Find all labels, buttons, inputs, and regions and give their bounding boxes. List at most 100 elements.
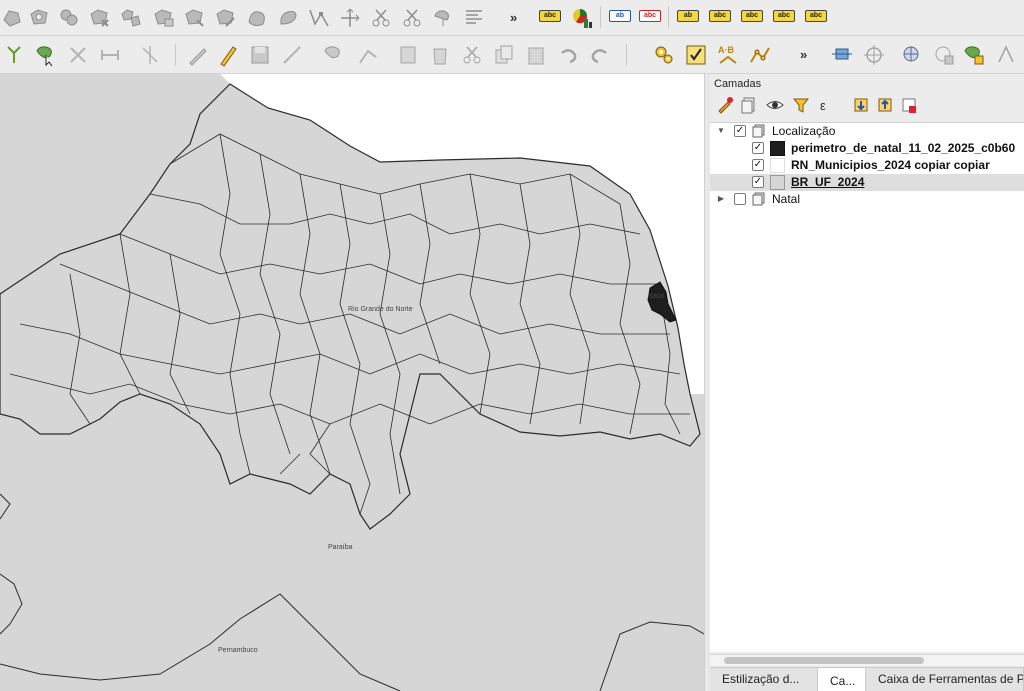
expand-arrow-icon[interactable]: ▶ [716,194,726,204]
delete-part-icon[interactable] [152,6,176,30]
svg-text:ε: ε [820,98,826,113]
label-highlight-icon[interactable]: abc [638,7,662,29]
label-rotate-icon[interactable]: abc [772,7,796,29]
deselect-icon[interactable] [66,43,90,67]
digitizing-toolbar: » abc ab abc ab abc abc abc abc [0,0,1024,36]
layer-label: perimetro_de_natal_11_02_2025_c0b60 [791,141,1016,155]
expand-all-icon[interactable] [852,96,870,114]
digitize-icon[interactable] [994,43,1018,67]
map-label-natal: Natal [648,293,665,300]
node-tool-icon[interactable] [2,43,26,67]
state-boundaries [0,493,704,691]
current-edits-icon[interactable] [186,43,210,67]
toggle-editing-icon[interactable] [216,43,240,67]
label-move-icon[interactable]: abc [740,7,764,29]
tab-estilizacao[interactable]: Estilização d... [710,668,818,691]
map-label-pernambuco: Pernambuco [218,647,258,654]
label-edit-icon[interactable]: abc [804,7,828,29]
tab-camadas[interactable]: Ca... [818,668,866,691]
layer-label: Localização [772,124,836,138]
grid-icon[interactable] [900,43,924,67]
vertex-editor-icon[interactable] [356,43,380,67]
layer-checkbox[interactable]: ✓ [752,142,764,154]
add-ring-icon[interactable] [28,6,52,30]
offset-curve-icon[interactable] [214,6,238,30]
layer-checkbox[interactable]: ✓ [752,159,764,171]
ab-compare-icon[interactable]: A·B [716,43,740,67]
layer-group-localizacao[interactable]: ▼ ✓ Localização [710,123,1024,140]
select-feature-icon[interactable] [34,43,58,67]
split-features-icon[interactable] [369,6,393,30]
plugin-layer-icon[interactable] [962,43,986,67]
layer-rn-municipios[interactable]: ✓ RN_Municipios_2024 copiar copiar [710,157,1024,174]
add-line-icon[interactable] [280,43,304,67]
layer-checkbox[interactable] [734,193,746,205]
label-show-icon[interactable]: ab [676,7,700,29]
diagram-icon[interactable] [570,6,594,30]
simplify-icon[interactable] [245,6,269,30]
layer-checkbox[interactable]: ✓ [734,125,746,137]
open-styling-icon[interactable] [716,96,734,114]
zoom-to-layer-icon[interactable] [862,43,886,67]
merge-features-icon[interactable] [431,6,455,30]
copy-features-icon[interactable] [492,43,516,67]
label-pin-icon[interactable]: ab [608,7,632,29]
add-polygon-feature-icon[interactable] [322,43,346,67]
panel-tabs: Estilização d... Ca... Caixa de Ferramen… [710,667,1024,691]
layer-symbol [770,175,785,190]
group-folder-icon [752,192,766,206]
delete-ring-icon[interactable] [88,6,112,30]
group-folder-icon [752,124,766,138]
toolbar2-overflow-button[interactable]: » [800,47,807,62]
layers-panel: Camadas ε ▼ ✓ Localização ✓ perimetro_de… [710,74,1024,691]
layer-symbol [770,141,785,156]
add-polygon-icon[interactable] [0,6,24,30]
expression-filter-icon[interactable]: ε [818,96,836,114]
cut-features-icon[interactable] [460,43,484,67]
layer-symbol [770,158,785,173]
modify-attributes-icon[interactable] [396,43,420,67]
delete-selected-icon[interactable] [428,43,452,67]
vertex-tool-icon[interactable] [307,6,331,30]
map-label-paraiba: Paraíba [328,544,353,551]
expand-arrow-icon[interactable]: ▼ [716,126,726,136]
editing-toolbar: A·B » [0,36,1024,74]
scissors-icon[interactable] [400,6,424,30]
topology-icon[interactable] [748,43,772,67]
layers-panel-toolbar: ε [716,96,1016,118]
check-geometries-icon[interactable] [684,43,708,67]
redo-icon[interactable] [588,43,612,67]
align-icon[interactable] [462,6,486,30]
layer-checkbox[interactable]: ✓ [752,176,764,188]
label-eye-icon[interactable]: abc [708,7,732,29]
add-part-icon[interactable] [119,6,143,30]
pan-to-selection-icon[interactable] [830,43,854,67]
reshape-icon[interactable] [183,6,207,30]
move-feature-icon[interactable] [338,6,362,30]
collapse-all-icon[interactable] [876,96,894,114]
save-edits-icon[interactable] [248,43,272,67]
map-canvas[interactable]: Rio Grande do Norte Natal Paraíba Pernam… [0,74,704,691]
paste-features-icon[interactable] [524,43,548,67]
layer-tree: ▼ ✓ Localização ✓ perimetro_de_natal_11_… [710,122,1024,652]
remove-layer-icon[interactable] [900,96,918,114]
fill-ring-icon[interactable] [57,6,81,30]
measure-icon[interactable] [98,43,122,67]
identify-icon[interactable] [138,43,162,67]
processing-gear-icon[interactable] [652,43,676,67]
georeference-icon[interactable] [932,43,956,67]
undo-icon[interactable] [556,43,580,67]
tab-caixa-ferramentas[interactable]: Caixa de Ferramentas de Pr [866,668,1024,691]
layer-perimetro-natal[interactable]: ✓ perimetro_de_natal_11_02_2025_c0b60 [710,140,1024,157]
label-icon[interactable]: abc [538,7,562,29]
layer-label: Natal [772,192,801,206]
split-parts-icon[interactable] [276,6,300,30]
add-group-icon[interactable] [740,96,758,114]
scrollbar-thumb[interactable] [724,657,924,664]
visibility-eye-icon[interactable] [766,96,784,114]
horizontal-scrollbar[interactable] [710,654,1024,666]
toolbar-overflow-button[interactable]: » [510,10,517,25]
layer-group-natal[interactable]: ▶ Natal [710,191,1024,208]
layer-br-uf[interactable]: ✓ BR_UF_2024 [710,174,1024,191]
filter-icon[interactable] [792,96,810,114]
